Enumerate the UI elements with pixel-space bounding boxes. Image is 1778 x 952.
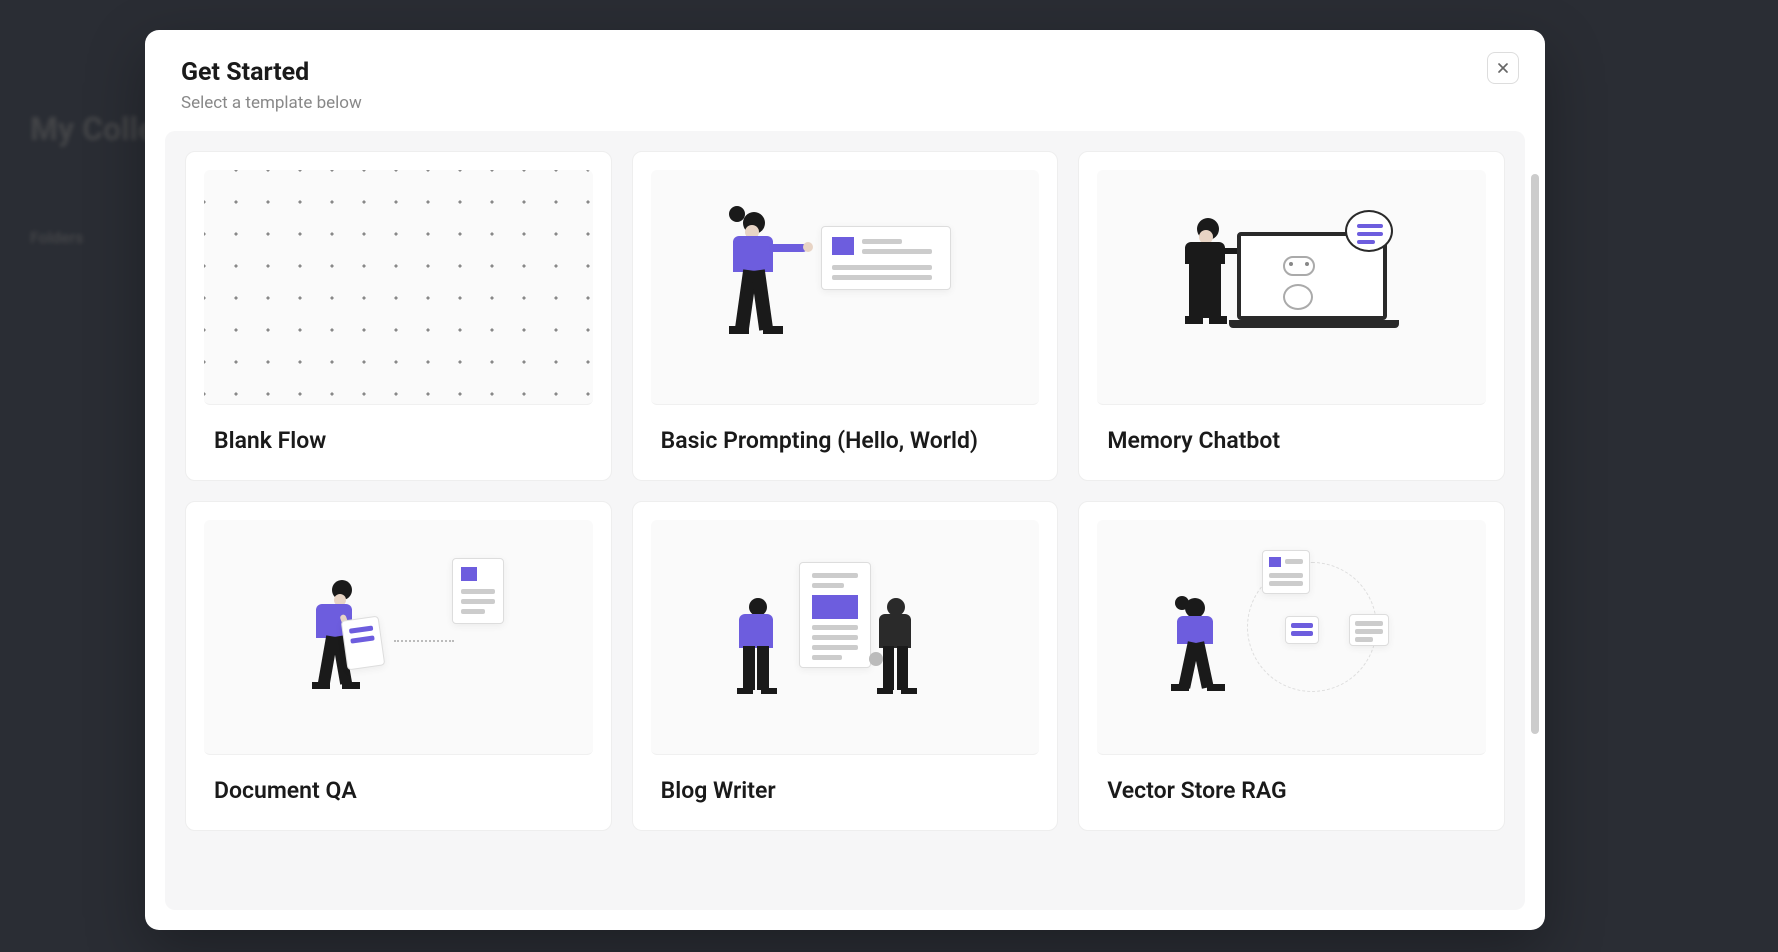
modal-subtitle: Select a template below <box>181 93 1509 113</box>
modal-body: Blank Flow <box>165 131 1525 910</box>
template-card-blog-writer[interactable]: Blog Writer <box>632 501 1059 831</box>
template-card-document-qa[interactable]: Document QA <box>185 501 612 831</box>
modal-title: Get Started <box>181 58 1509 87</box>
card-illustration <box>1097 170 1486 405</box>
template-card-memory-chatbot[interactable]: Memory Chatbot <box>1078 151 1505 481</box>
get-started-modal: Get Started Select a template below Blan… <box>145 30 1545 930</box>
close-button[interactable] <box>1487 52 1519 84</box>
card-illustration <box>651 170 1040 405</box>
card-label: Document QA <box>186 755 611 830</box>
dot-grid-illustration <box>204 170 593 404</box>
card-illustration <box>204 520 593 755</box>
template-card-blank-flow[interactable]: Blank Flow <box>185 151 612 481</box>
card-label: Blank Flow <box>186 405 611 480</box>
card-illustration <box>204 170 593 405</box>
template-grid: Blank Flow <box>185 151 1505 831</box>
template-card-vector-store-rag[interactable]: Vector Store RAG <box>1078 501 1505 831</box>
card-illustration <box>651 520 1040 755</box>
card-illustration <box>1097 520 1486 755</box>
card-label: Blog Writer <box>633 755 1058 830</box>
card-label: Basic Prompting (Hello, World) <box>633 405 1058 480</box>
modal-header: Get Started Select a template below <box>145 30 1545 131</box>
close-icon <box>1495 60 1511 76</box>
template-card-basic-prompting[interactable]: Basic Prompting (Hello, World) <box>632 151 1059 481</box>
card-label: Memory Chatbot <box>1079 405 1504 480</box>
scrollbar-thumb[interactable] <box>1531 174 1539 734</box>
card-label: Vector Store RAG <box>1079 755 1504 830</box>
